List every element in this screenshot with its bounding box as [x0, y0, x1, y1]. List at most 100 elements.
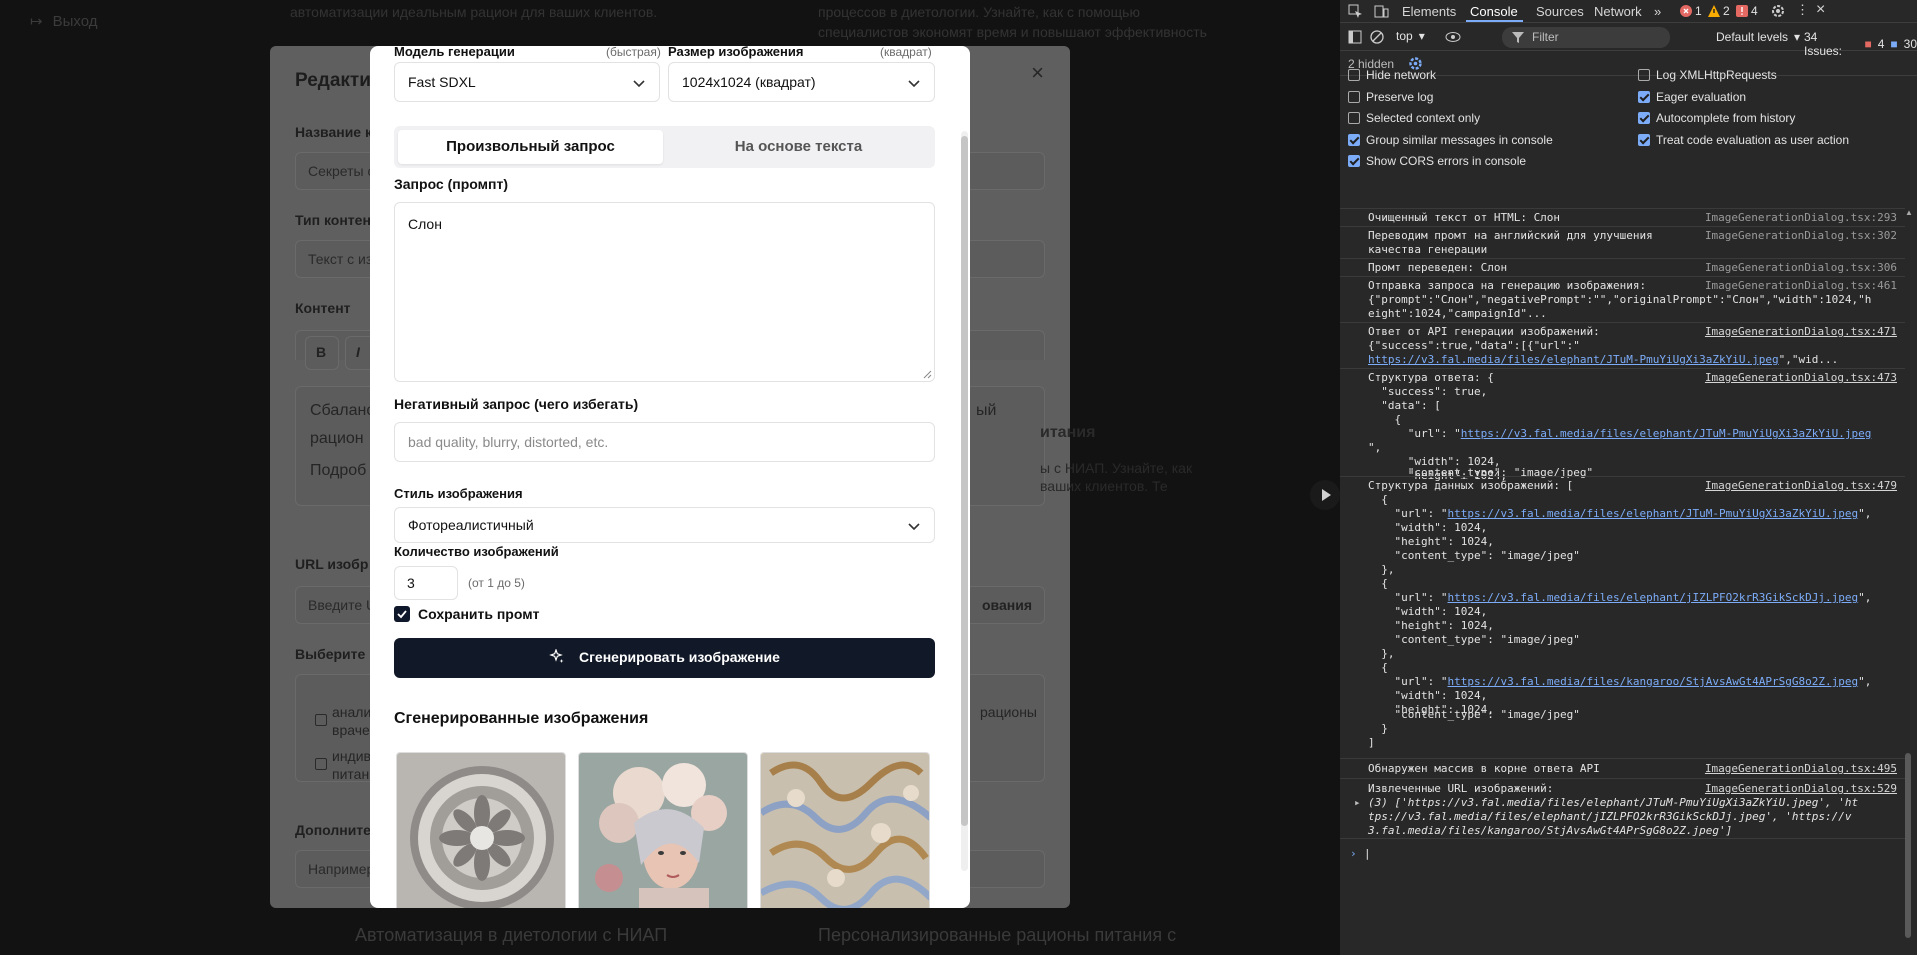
- count-value: 3: [407, 575, 415, 591]
- error-count[interactable]: 1: [1695, 4, 1702, 18]
- warning-count[interactable]: 2: [1723, 4, 1730, 18]
- save-prompt-checkbox[interactable]: [394, 606, 410, 622]
- json-line-row: "content_type": "image/jpeg": [1340, 708, 1905, 730]
- option-checkbox[interactable]: [315, 758, 327, 770]
- eye-icon[interactable]: [1445, 30, 1461, 44]
- image-url-link[interactable]: https://v3.fal.media/files/elephant/JTuM…: [1447, 507, 1858, 520]
- response-url-link[interactable]: https://v3.fal.media/files/elephant/JTuM…: [1368, 353, 1779, 366]
- console-option[interactable]: Selected context only: [1348, 111, 1480, 125]
- inspect-icon[interactable]: [1348, 4, 1363, 19]
- issue-count[interactable]: 4: [1751, 4, 1758, 18]
- exit-link[interactable]: ↦ Выход: [30, 12, 98, 31]
- exit-label: Выход: [52, 12, 98, 30]
- message-source-link[interactable]: ImageGenerationDialog.tsx:529: [1705, 782, 1897, 795]
- tab-text-based[interactable]: На основе текста: [666, 130, 931, 164]
- device-toolbar-icon[interactable]: [1374, 4, 1389, 19]
- generate-image-button[interactable]: Сгенерировать изображение: [394, 638, 935, 678]
- settings-gear-icon[interactable]: [1770, 3, 1786, 19]
- option-checkbox[interactable]: [1638, 69, 1650, 81]
- play-arrow-icon[interactable]: [1310, 480, 1340, 510]
- generated-image[interactable]: [578, 752, 748, 908]
- sidebar-toggle-icon[interactable]: [1348, 30, 1362, 44]
- tab-network[interactable]: Network: [1594, 4, 1642, 19]
- console-option[interactable]: Autocomplete from history: [1638, 111, 1795, 125]
- generated-image[interactable]: [760, 752, 930, 908]
- kebab-menu-icon[interactable]: ⋮: [1796, 2, 1809, 18]
- message-source-link[interactable]: ImageGenerationDialog.tsx:302: [1705, 229, 1897, 242]
- tab-sources[interactable]: Sources: [1536, 4, 1584, 19]
- console-scrollbar-thumb[interactable]: [1905, 753, 1911, 938]
- message-source-link[interactable]: ImageGenerationDialog.tsx:306: [1705, 261, 1897, 274]
- array-preview[interactable]: (3) ['https://v3.fal.media/files/elephan…: [1368, 796, 1858, 810]
- dropdown-arrow-icon: ▾: [1794, 30, 1801, 44]
- message-source-link[interactable]: ImageGenerationDialog.tsx:473: [1705, 371, 1897, 384]
- model-select[interactable]: Fast SDXL: [394, 62, 660, 102]
- size-select[interactable]: 1024x1024 (квадрат): [668, 62, 935, 102]
- close-icon[interactable]: ×: [1816, 1, 1825, 19]
- console-option[interactable]: Log XMLHttpRequests: [1638, 68, 1777, 82]
- bold-button[interactable]: B: [305, 336, 339, 370]
- option-label: Preserve log: [1366, 89, 1434, 104]
- count-hint: (от 1 до 5): [468, 576, 525, 590]
- content-text: ый: [976, 402, 997, 419]
- chevron-down-icon: [908, 80, 920, 88]
- dropdown-arrow-icon: ▾: [1418, 29, 1425, 43]
- error-icon: [1680, 5, 1692, 17]
- console-scrollbar[interactable]: ▲: [1903, 208, 1913, 948]
- console-message: Ответ от API генерации изображений: {"su…: [1340, 322, 1905, 368]
- option-checkbox[interactable]: [1348, 90, 1360, 103]
- option-checkbox[interactable]: [1348, 69, 1360, 81]
- option-checkbox[interactable]: [1348, 133, 1360, 146]
- context-select[interactable]: top ▾: [1396, 29, 1425, 43]
- editor-close-icon[interactable]: ×: [1031, 60, 1044, 86]
- option-checkbox[interactable]: [1638, 133, 1650, 146]
- modal-scrollbar-thumb[interactable]: [961, 136, 968, 826]
- tab-console[interactable]: Console: [1470, 4, 1518, 19]
- scroll-up-icon[interactable]: ▲: [1905, 208, 1913, 217]
- expand-arrow-icon[interactable]: ▸: [1354, 796, 1361, 810]
- console-prompt[interactable]: › |: [1340, 838, 1905, 868]
- console-option[interactable]: Treat code evaluation as user action: [1638, 133, 1849, 147]
- check-icon: [397, 610, 407, 619]
- count-input[interactable]: 3: [394, 566, 458, 600]
- console-option[interactable]: Show CORS errors in console: [1348, 154, 1526, 168]
- console-filter-input[interactable]: Filter: [1502, 27, 1670, 48]
- devtools-toolbar: Elements Console Sources Network » 1 2 4…: [1340, 0, 1917, 23]
- message-source-link[interactable]: ImageGenerationDialog.tsx:471: [1705, 325, 1897, 338]
- image-url-link[interactable]: https://v3.fal.media/files/elephant/jIZL…: [1447, 591, 1858, 604]
- message-source-link[interactable]: ImageGenerationDialog.tsx:461: [1705, 279, 1897, 292]
- option-checkbox[interactable]: [315, 714, 327, 726]
- console-option[interactable]: Hide network: [1348, 68, 1436, 82]
- console-option[interactable]: Eager evaluation: [1638, 90, 1746, 104]
- option-checkbox[interactable]: [1638, 90, 1650, 103]
- option-label: индив: [332, 748, 371, 764]
- array-preview[interactable]: tps://v3.fal.media/files/elephant/jIZLPF…: [1368, 810, 1851, 824]
- option-checkbox[interactable]: [1348, 155, 1360, 167]
- image-url-link[interactable]: https://v3.fal.media/files/elephant/JTuM…: [1461, 427, 1872, 440]
- message-text: Отправка запроса на генерацию изображени…: [1368, 279, 1647, 292]
- more-tabs-icon[interactable]: »: [1654, 4, 1661, 19]
- tab-free-prompt[interactable]: Произвольный запрос: [398, 130, 663, 164]
- bg-card-title: Автоматизация в диетологии с НИАП: [355, 925, 668, 945]
- console-option[interactable]: Group similar messages in console: [1348, 133, 1553, 147]
- console-option[interactable]: Preserve log: [1348, 90, 1433, 104]
- resize-grip-icon[interactable]: [922, 369, 932, 379]
- message-source-link[interactable]: ImageGenerationDialog.tsx:495: [1705, 762, 1897, 775]
- tab-elements[interactable]: Elements: [1402, 4, 1456, 19]
- clear-console-icon[interactable]: [1370, 30, 1384, 44]
- json-line: {: [1368, 493, 1388, 506]
- message-source-link[interactable]: ImageGenerationDialog.tsx:293: [1705, 211, 1897, 224]
- option-checkbox[interactable]: [1348, 112, 1360, 124]
- style-select[interactable]: Фотореалистичный: [394, 507, 935, 543]
- issues-error-icon: ■: [1864, 37, 1872, 51]
- negative-prompt-input[interactable]: bad quality, blurry, distorted, etc.: [394, 422, 935, 462]
- console-message: Промт переведен: Слон ImageGenerationDia…: [1340, 258, 1905, 276]
- bg-text: ваших клиентов. Те: [1040, 478, 1168, 494]
- option-checkbox[interactable]: [1638, 112, 1650, 124]
- generated-image[interactable]: [396, 752, 566, 908]
- image-url-link[interactable]: https://v3.fal.media/files/kangaroo/StjA…: [1447, 675, 1858, 688]
- prompt-textarea[interactable]: Слон: [394, 202, 935, 382]
- message-source-link[interactable]: ImageGenerationDialog.tsx:479: [1705, 479, 1897, 492]
- array-preview[interactable]: 3.fal.media/files/kangaroo/StjAvsAwGt4AP…: [1368, 824, 1732, 838]
- log-levels-select[interactable]: Default levels ▾: [1716, 30, 1800, 44]
